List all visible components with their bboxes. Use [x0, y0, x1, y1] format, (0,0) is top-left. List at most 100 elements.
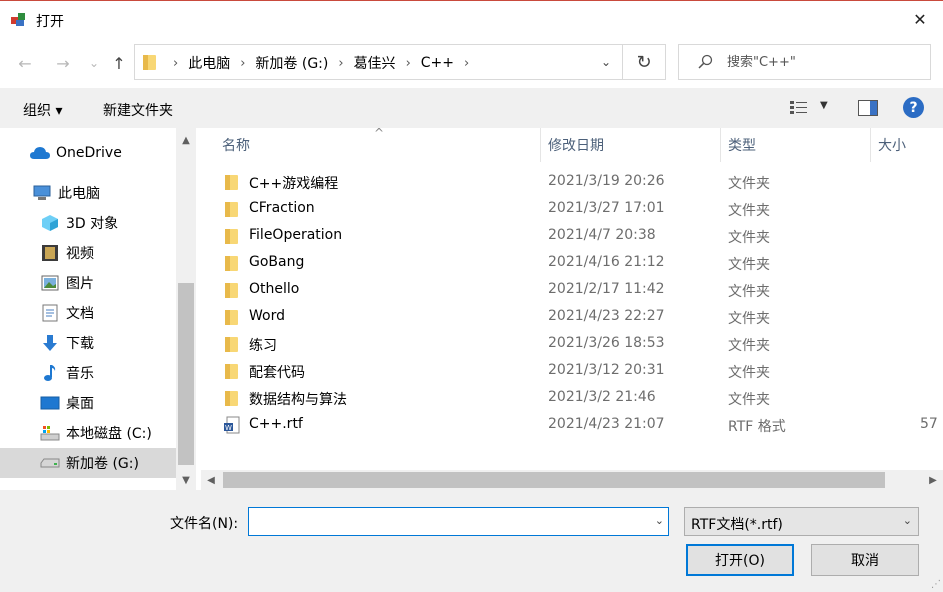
file-type: 文件夹 — [728, 365, 770, 381]
file-type: 文件夹 — [728, 257, 770, 273]
arrow-up-icon: ↑ — [112, 53, 126, 73]
open-button[interactable]: 打开(O) — [686, 544, 794, 576]
back-button[interactable]: ← — [14, 52, 36, 74]
scrollbar-thumb[interactable] — [223, 472, 885, 488]
recent-locations-button[interactable]: ⌄ — [83, 52, 105, 74]
folder-icon — [225, 283, 238, 298]
file-type: RTF 格式 — [728, 419, 786, 435]
file-type-filter[interactable]: RTF文档(*.rtf) ⌄ — [684, 507, 919, 536]
column-header-type[interactable]: 类型 — [728, 128, 756, 162]
search-icon — [698, 54, 713, 69]
column-header-name[interactable]: 名称 — [222, 128, 250, 162]
help-button[interactable]: ? — [903, 97, 924, 118]
file-row[interactable]: GoBang 2021/4/16 21:12 文件夹 — [196, 250, 943, 277]
forward-button[interactable]: → — [52, 52, 74, 74]
folder-icon — [225, 202, 238, 217]
file-modified-date: 2021/3/12 20:31 — [548, 362, 665, 378]
file-name: FileOperation — [249, 227, 343, 243]
sidebar-item-documents[interactable]: 文档 — [0, 298, 176, 328]
file-row[interactable]: Word 2021/4/23 22:27 文件夹 — [196, 304, 943, 331]
sidebar-item-local-disk-c[interactable]: 本地磁盘 (C:) — [0, 418, 176, 448]
sidebar-item-music[interactable]: 音乐 — [0, 358, 176, 388]
file-name: 配套代码 — [249, 365, 305, 381]
breadcrumb-separator[interactable]: › — [338, 56, 343, 71]
breadcrumb-separator[interactable]: › — [240, 56, 245, 71]
file-modified-date: 2021/3/27 17:01 — [548, 200, 665, 216]
view-options-icon[interactable] — [790, 100, 808, 116]
sidebar-item-onedrive[interactable]: OneDrive — [0, 138, 176, 168]
column-header-modified[interactable]: 修改日期 — [548, 128, 604, 162]
app-icon — [11, 13, 25, 26]
breadcrumb-separator[interactable]: › — [464, 56, 469, 71]
refresh-button[interactable]: ↻ — [622, 44, 666, 80]
breadcrumb-item-user-folder[interactable]: 葛佳兴 — [354, 53, 396, 73]
file-type: 文件夹 — [728, 338, 770, 354]
column-header-size[interactable]: 大小 — [878, 128, 906, 162]
file-list-horizontal-scrollbar[interactable]: ◀ ▶ — [201, 470, 943, 490]
file-type: 文件夹 — [728, 203, 770, 219]
breadcrumb-separator[interactable]: › — [173, 56, 178, 71]
navigation-pane: OneDrive 此电脑 3D 对象 视频 图片 文档 下载 音乐 桌面 本地磁… — [0, 128, 196, 490]
file-name: GoBang — [249, 254, 305, 270]
breadcrumb-item-this-pc[interactable]: 此电脑 — [188, 53, 230, 73]
sidebar-item-3d-objects[interactable]: 3D 对象 — [0, 208, 176, 238]
address-bar[interactable]: › 此电脑 › 新加卷 (G:) › 葛佳兴 › C++ › — [134, 44, 622, 80]
scroll-up-icon[interactable]: ▲ — [176, 130, 196, 150]
filename-combobox[interactable]: ⌄ — [248, 507, 669, 536]
sidebar-scrollbar[interactable]: ▲ ▼ — [176, 128, 196, 490]
sidebar-item-downloads[interactable]: 下载 — [0, 328, 176, 358]
search-input[interactable] — [727, 53, 917, 71]
command-toolbar: 组织 ▾ 新建文件夹 ▼ ? — [0, 88, 943, 128]
sidebar-item-pictures[interactable]: 图片 — [0, 268, 176, 298]
close-button[interactable]: ✕ — [897, 1, 943, 38]
chevron-down-icon[interactable]: ⌄ — [655, 514, 664, 527]
file-row[interactable]: CFraction 2021/3/27 17:01 文件夹 — [196, 196, 943, 223]
column-divider[interactable] — [720, 128, 721, 162]
file-row[interactable]: W C++.rtf 2021/4/23 21:07 RTF 格式 57 — [196, 412, 943, 439]
up-button[interactable]: ↑ — [108, 52, 130, 74]
breadcrumb-separator[interactable]: › — [406, 56, 411, 71]
scroll-right-icon[interactable]: ▶ — [923, 470, 943, 490]
scroll-left-icon[interactable]: ◀ — [201, 470, 221, 490]
navigation-bar: ← → ⌄ ↑ › 此电脑 › 新加卷 (G:) › 葛佳兴 › C++ › ⌄… — [0, 38, 943, 88]
computer-icon — [32, 184, 52, 202]
sidebar-item-new-volume-g[interactable]: 新加卷 (G:) — [0, 448, 176, 478]
organize-menu[interactable]: 组织 ▾ — [23, 100, 62, 120]
sidebar-item-this-pc[interactable]: 此电脑 — [0, 178, 176, 208]
sidebar-item-videos[interactable]: 视频 — [0, 238, 176, 268]
preview-pane-icon[interactable] — [858, 100, 878, 116]
scroll-down-icon[interactable]: ▼ — [176, 470, 196, 490]
window-title: 打开 — [36, 14, 64, 30]
column-divider[interactable] — [540, 128, 541, 162]
sidebar-item-label: 文档 — [66, 306, 94, 322]
sidebar-item-desktop[interactable]: 桌面 — [0, 388, 176, 418]
resize-grip-icon[interactable]: ⋰ — [931, 579, 941, 590]
close-icon: ✕ — [913, 10, 927, 29]
file-row[interactable]: 数据结构与算法 2021/3/2 21:46 文件夹 — [196, 385, 943, 412]
file-row[interactable]: FileOperation 2021/4/7 20:38 文件夹 — [196, 223, 943, 250]
title-bar: 打开 ✕ — [0, 0, 943, 38]
column-divider[interactable] — [870, 128, 871, 162]
sidebar-item-label: 音乐 — [66, 366, 94, 382]
filename-input[interactable] — [255, 513, 635, 531]
view-options-dropdown[interactable]: ▼ — [820, 100, 828, 111]
file-modified-date: 2021/4/16 21:12 — [548, 254, 665, 270]
breadcrumb-item-drive-g[interactable]: 新加卷 (G:) — [255, 53, 328, 73]
file-type: 文件夹 — [728, 284, 770, 300]
scrollbar-thumb[interactable] — [178, 283, 194, 465]
help-icon: ? — [909, 99, 918, 116]
breadcrumb-item-cpp[interactable]: C++ — [421, 55, 454, 71]
file-type: 文件夹 — [728, 176, 770, 192]
file-row[interactable]: 练习 2021/3/26 18:53 文件夹 — [196, 331, 943, 358]
file-row[interactable]: 配套代码 2021/3/12 20:31 文件夹 — [196, 358, 943, 385]
file-row[interactable]: Othello 2021/2/17 11:42 文件夹 — [196, 277, 943, 304]
address-dropdown-button[interactable]: ⌄ — [590, 44, 622, 80]
drive-c-icon — [40, 424, 60, 442]
rtf-document-icon: W — [224, 416, 240, 434]
file-row[interactable]: C++游戏编程 2021/3/19 20:26 文件夹 — [196, 169, 943, 196]
video-icon — [40, 244, 60, 262]
new-folder-button[interactable]: 新建文件夹 — [103, 100, 173, 120]
dialog-footer: 文件名(N): ⌄ RTF文档(*.rtf) ⌄ 打开(O) 取消 ⋰ — [0, 490, 943, 592]
cancel-button[interactable]: 取消 — [811, 544, 919, 576]
search-box[interactable] — [678, 44, 931, 80]
